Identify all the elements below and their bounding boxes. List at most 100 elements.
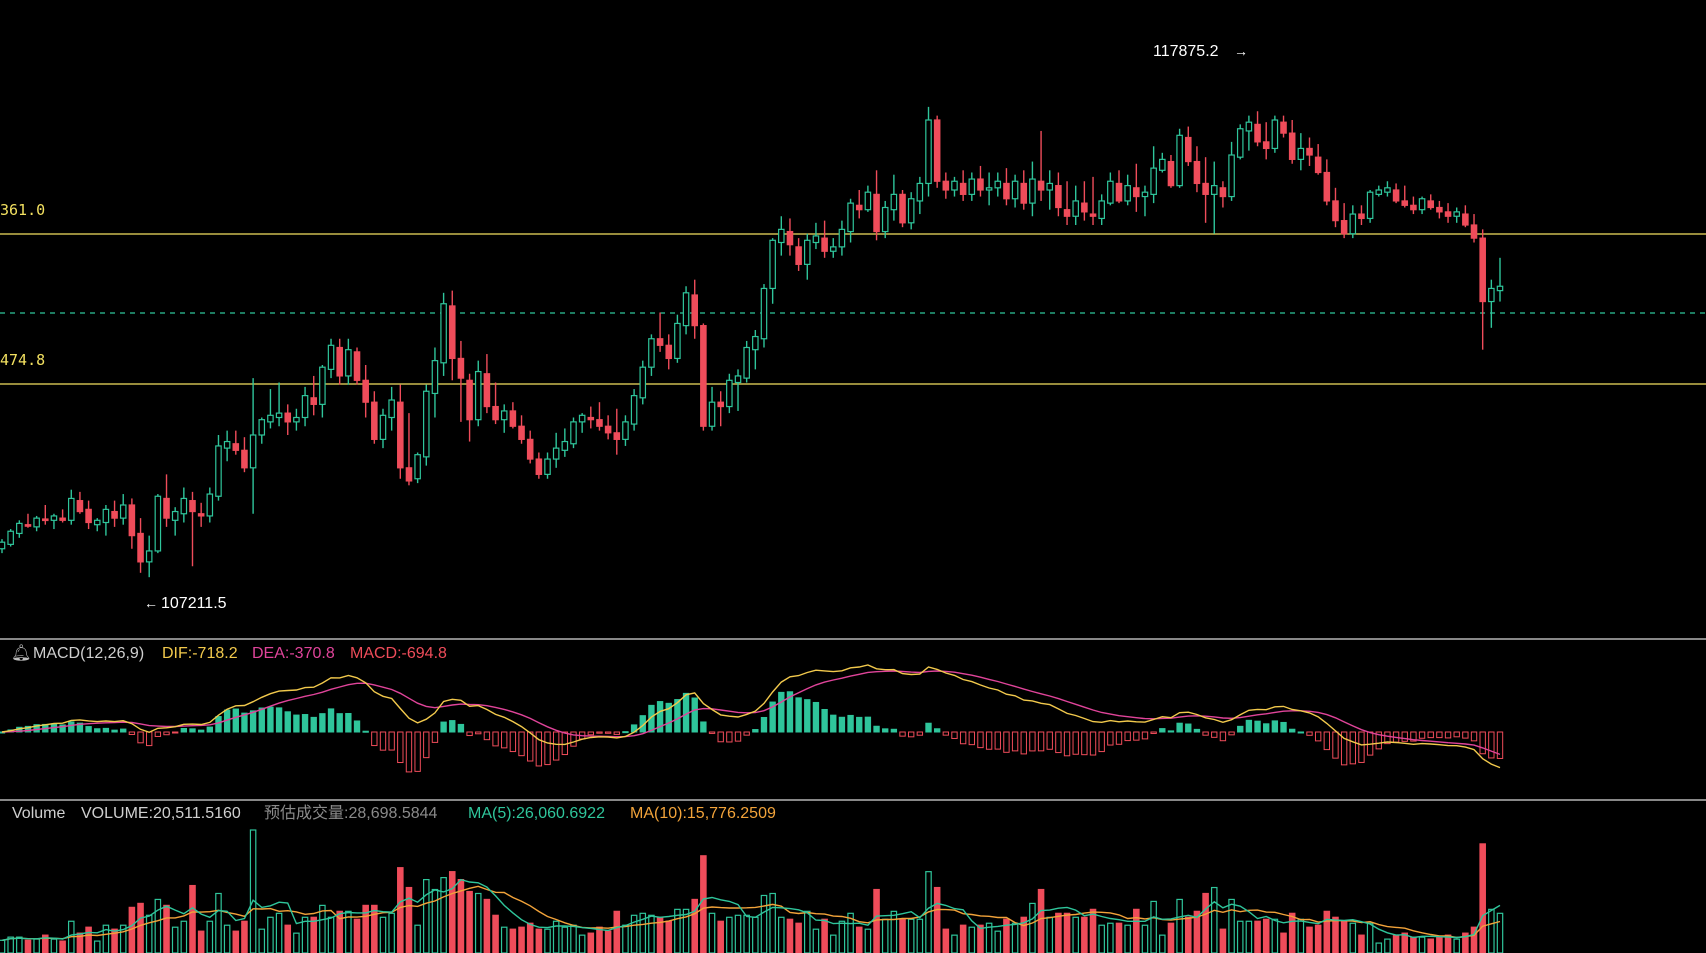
volume-bar bbox=[933, 886, 941, 953]
candle-body bbox=[474, 370, 482, 421]
volume-bar bbox=[310, 916, 318, 953]
macd-histogram-bar bbox=[284, 711, 291, 733]
macd-histogram-bar bbox=[985, 731, 993, 750]
macd-histogram-bar bbox=[535, 731, 543, 767]
macd-histogram-bar bbox=[1063, 731, 1071, 757]
candle-body bbox=[838, 228, 846, 248]
candle-body bbox=[492, 405, 499, 421]
volume-bar bbox=[968, 926, 976, 953]
volume-bar bbox=[959, 924, 967, 953]
macd-histogram-bar bbox=[1202, 731, 1209, 736]
macd-histogram-bar bbox=[1089, 731, 1097, 756]
volume-bar bbox=[1184, 916, 1192, 953]
macd-header: 🔔︎ MACD(12,26,9) DIF:-718.2 DEA:-370.8 M… bbox=[11, 644, 447, 662]
macd-histogram-bar bbox=[821, 708, 828, 733]
volume-bar bbox=[951, 934, 958, 953]
macd-histogram-bar bbox=[85, 726, 92, 733]
volume-bar bbox=[1366, 922, 1374, 953]
macd-histogram-bar bbox=[1141, 731, 1149, 740]
macd-histogram-bar bbox=[778, 691, 785, 733]
volume-bar bbox=[665, 920, 673, 953]
candle-body bbox=[1323, 171, 1331, 202]
volume-bar bbox=[795, 922, 802, 953]
bell-icon[interactable]: 🔔︎ bbox=[11, 644, 31, 662]
macd-histogram-bar bbox=[267, 706, 274, 733]
candle-body bbox=[1011, 180, 1019, 200]
candle-body bbox=[345, 349, 352, 377]
macd-histogram-bar bbox=[908, 731, 915, 738]
candle-body bbox=[907, 198, 915, 224]
volume-bar bbox=[397, 867, 404, 953]
candle-body bbox=[1332, 200, 1339, 222]
candle-body bbox=[1470, 224, 1478, 239]
volume-bar bbox=[59, 940, 66, 953]
volume-bar bbox=[864, 928, 872, 953]
volume-bar bbox=[93, 940, 101, 953]
high-marker-label: 117875.2 bbox=[1153, 43, 1219, 60]
candle-body bbox=[1254, 123, 1261, 143]
volume-bar bbox=[1107, 922, 1114, 953]
candle-body bbox=[241, 449, 248, 469]
candle-body bbox=[1037, 180, 1045, 191]
macd-histogram-bar bbox=[1289, 728, 1296, 733]
candle-body bbox=[371, 401, 378, 440]
volume-bar bbox=[1488, 908, 1495, 953]
candle-body bbox=[734, 375, 742, 384]
macd-histogram-bar bbox=[830, 714, 837, 733]
candle-body bbox=[1055, 185, 1062, 209]
candle-body bbox=[596, 419, 603, 427]
high-marker-arrow-icon: → bbox=[1234, 43, 1248, 59]
volume-bar bbox=[206, 920, 214, 953]
candle-body bbox=[717, 401, 724, 408]
candle-body bbox=[42, 518, 49, 522]
candle-body bbox=[448, 305, 456, 360]
macd-histogram-bar bbox=[882, 728, 889, 733]
candle-body bbox=[968, 178, 976, 195]
macd-histogram-bar bbox=[1037, 731, 1045, 752]
candle-body bbox=[215, 445, 222, 497]
volume-bar bbox=[405, 886, 413, 953]
macd-histogram-bar bbox=[1046, 731, 1053, 750]
volume-bar bbox=[197, 930, 205, 953]
volume-bar bbox=[1418, 936, 1426, 953]
macd-histogram-bar bbox=[1427, 731, 1434, 739]
macd-histogram-bar bbox=[916, 731, 924, 736]
candle-body bbox=[916, 182, 924, 202]
candle-body bbox=[1020, 182, 1028, 204]
candle-body bbox=[1453, 211, 1460, 217]
macd-histogram-bar bbox=[457, 723, 465, 733]
candle-body bbox=[483, 373, 491, 408]
candle-body bbox=[587, 416, 595, 421]
volume-bar bbox=[241, 920, 248, 953]
macd-histogram-bar bbox=[388, 731, 395, 751]
volume-bar bbox=[1202, 892, 1209, 953]
volume-bar bbox=[1358, 934, 1365, 953]
volume-bar bbox=[578, 934, 586, 953]
volume-bar bbox=[327, 916, 335, 953]
volume-bar bbox=[613, 910, 621, 953]
candle-body bbox=[578, 414, 586, 423]
volume-bar bbox=[726, 916, 733, 953]
candle-body bbox=[847, 202, 854, 233]
macd-histogram-bar bbox=[847, 714, 854, 733]
candle-body bbox=[440, 303, 447, 364]
volume-bar bbox=[890, 910, 898, 953]
candle-body bbox=[319, 366, 326, 405]
candle-body bbox=[1193, 160, 1201, 185]
candle-body bbox=[1280, 121, 1287, 134]
candle-body bbox=[1219, 187, 1227, 198]
macd-histogram-bar bbox=[726, 731, 733, 743]
candle-body bbox=[1063, 209, 1071, 217]
candle-body bbox=[518, 425, 525, 440]
macd-histogram-bar bbox=[1107, 731, 1114, 746]
macd-histogram-bar bbox=[613, 731, 620, 735]
support-label: 474.8 bbox=[0, 351, 45, 369]
candle-body bbox=[180, 497, 188, 515]
candle-body bbox=[1462, 213, 1469, 226]
candle-body bbox=[760, 287, 768, 340]
macd-histogram-bar bbox=[1081, 731, 1088, 756]
candle-body bbox=[1202, 182, 1209, 195]
candle-body bbox=[50, 515, 58, 521]
macd-histogram-bar bbox=[968, 731, 975, 746]
volume-title: Volume bbox=[12, 805, 65, 822]
